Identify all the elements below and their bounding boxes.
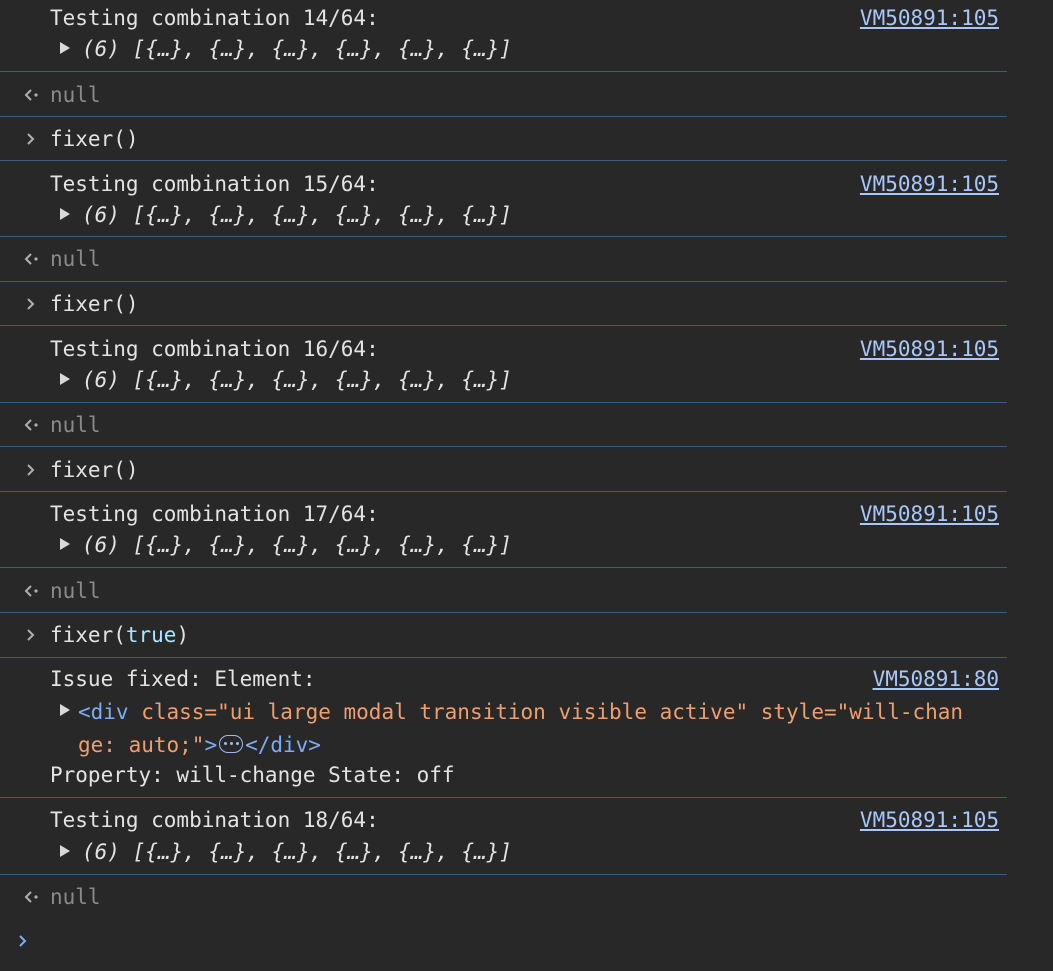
triangle-right-icon[interactable] [58,367,72,391]
array-items: [{…}, {…}, {…}, {…}, {…}, {…}] [132,533,512,557]
array-items: [{…}, {…}, {…}, {…}, {…}, {…}] [132,37,512,61]
result-value: null [50,579,101,603]
array-preview[interactable]: (6) [{…}, {…}, {…}, {…}, {…}, {…}] [82,840,512,864]
source-link[interactable]: VM50891:105 [860,502,999,526]
chevron-right-icon [20,292,42,316]
element-close-bracket: > [204,733,218,757]
triangle-right-icon[interactable] [58,532,72,556]
element-attr-style-name: style= [748,700,837,724]
console-input-entry: fixer() [0,117,1007,161]
log-message: Testing combination 15/64: [50,172,379,196]
input-command: fixer() [50,127,139,151]
array-count: (6) [82,840,120,864]
property-line: Property: will-change State: off [50,763,455,787]
command-argument: true [125,623,177,647]
source-link[interactable]: VM50891:80 [873,667,999,691]
array-preview[interactable]: (6) [{…}, {…}, {…}, {…}, {…}, {…}] [82,368,512,392]
chevron-right-icon [12,929,34,953]
console-result-entry: null [0,875,1007,919]
element-attr-style-value-part2: ge: auto;" [78,733,205,757]
console-log-entry: Testing combination 14/64: VM50891:105 (… [0,0,1007,72]
command-close-paren: ) [176,623,190,647]
array-items: [{…}, {…}, {…}, {…}, {…}, {…}] [132,368,512,392]
return-arrow-icon [20,413,42,437]
ellipsis-pill-icon[interactable] [219,735,244,753]
console-result-entry: null [0,72,1007,117]
element-attr-class-value: "ui large modal transition visible activ… [217,700,749,724]
array-count: (6) [82,37,120,61]
console-panel: Testing combination 14/64: VM50891:105 (… [0,0,1053,971]
array-count: (6) [82,368,120,392]
console-input-entry: fixer() [0,282,1007,326]
return-arrow-icon [20,579,42,603]
element-attr-style-value-part1: "will-chan [836,700,964,724]
console-result-entry: null [0,237,1007,282]
chevron-right-icon [20,458,42,482]
input-command: fixer(true) [50,623,189,647]
console-log-entry: Testing combination 16/64: VM50891:105 (… [0,326,1007,403]
triangle-right-icon[interactable] [58,36,72,60]
array-preview[interactable]: (6) [{…}, {…}, {…}, {…}, {…}, {…}] [82,203,512,227]
return-arrow-icon [20,885,42,909]
log-message: Testing combination 18/64: [50,808,379,832]
return-arrow-icon [20,83,42,107]
issue-message: Issue fixed: Element: [50,667,316,691]
array-items: [{…}, {…}, {…}, {…}, {…}, {…}] [132,203,512,227]
console-input-entry: fixer(true) [0,613,1007,658]
triangle-right-icon[interactable] [58,698,72,722]
source-link[interactable]: VM50891:105 [860,6,999,30]
array-count: (6) [82,533,120,557]
triangle-right-icon[interactable] [58,202,72,226]
log-message: Testing combination 17/64: [50,502,379,526]
element-open-tag: <div [78,700,129,724]
console-log-entry: Testing combination 17/64: VM50891:105 (… [0,492,1007,568]
chevron-right-icon [20,127,42,151]
return-arrow-icon [20,247,42,271]
input-command: fixer() [50,458,139,482]
console-result-entry: null [0,568,1007,613]
result-value: null [50,247,101,271]
element-node-line-2[interactable]: ge: auto;"> </div> [78,733,321,757]
console-log-entry: Testing combination 18/64: VM50891:105 (… [0,798,1007,875]
array-preview[interactable]: (6) [{…}, {…}, {…}, {…}, {…}, {…}] [82,533,512,557]
result-value: null [50,885,101,909]
element-attr-class-name: class= [128,700,218,724]
array-preview[interactable]: (6) [{…}, {…}, {…}, {…}, {…}, {…}] [82,37,512,61]
array-items: [{…}, {…}, {…}, {…}, {…}, {…}] [132,840,512,864]
log-message: Testing combination 14/64: [50,6,379,30]
triangle-right-icon[interactable] [58,839,72,863]
element-node-line-1[interactable]: <div class="ui large modal transition vi… [78,700,963,724]
console-input-entry: fixer() [0,447,1007,492]
input-command: fixer() [50,292,139,316]
log-message: Testing combination 16/64: [50,337,379,361]
console-issue-entry: Issue fixed: Element: VM50891:80 <div cl… [0,658,1007,798]
source-link[interactable]: VM50891:105 [860,337,999,361]
chevron-right-icon [20,623,42,647]
result-value: null [50,83,101,107]
element-end-tag: </div> [245,733,321,757]
command-function: fixer( [50,623,126,647]
array-count: (6) [82,203,120,227]
console-result-entry: null [0,403,1007,447]
result-value: null [50,413,101,437]
source-link[interactable]: VM50891:105 [860,172,999,196]
console-prompt[interactable] [0,919,1053,971]
prompt-input[interactable] [50,929,1000,953]
source-link[interactable]: VM50891:105 [860,808,999,832]
console-log-entry: Testing combination 15/64: VM50891:105 (… [0,161,1007,237]
